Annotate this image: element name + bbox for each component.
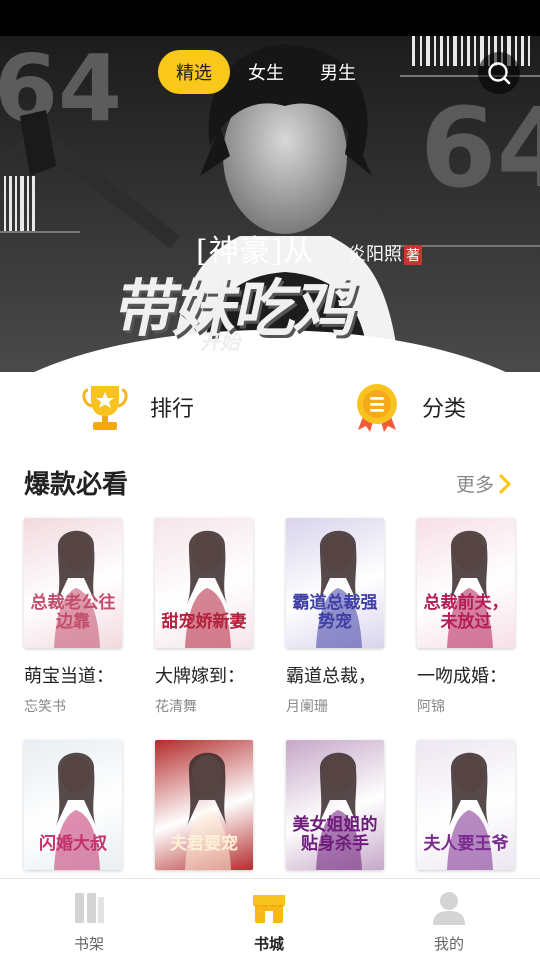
book-card[interactable]: 夫君要宠 [155, 740, 255, 870]
status-bar [0, 0, 540, 36]
cover-title-text: 夫人要王爷 [423, 834, 509, 854]
book-cover[interactable]: 夫君要宠 [155, 740, 253, 870]
book-card[interactable]: 闪婚大叔 [24, 740, 124, 870]
tab-male[interactable]: 男生 [302, 50, 374, 94]
book-cover[interactable]: 甜宠娇新妻 [155, 518, 253, 648]
section-title: 爆款必看 [24, 470, 129, 500]
book-cover[interactable]: 霸道总裁强势宠 [286, 518, 384, 648]
svg-text:64: 64 [420, 84, 540, 212]
book-author: 月阑珊 [286, 699, 328, 715]
category-label: 分类 [422, 397, 467, 422]
quick-entries: 排行 分类 [0, 372, 540, 442]
book-cover[interactable]: 总裁老公往边靠 [24, 518, 122, 648]
cover-title-text: 美女姐姐的贴身杀手 [292, 815, 378, 854]
bookstore-icon [253, 895, 285, 923]
more-link[interactable]: 更多 [456, 470, 512, 497]
book-cover[interactable]: 美女姐姐的贴身杀手 [286, 740, 384, 870]
nav-profile[interactable]: 我的 [394, 879, 504, 960]
hero-banner[interactable]: 64 64 [神豪]从 炎阳照著 带妹吃鸡 开始 精选 女生 男生 [0, 0, 540, 372]
author-tag: 著 [404, 245, 422, 265]
book-card[interactable]: 总裁前夫，未放过 一吻成婚： 阿锦 [417, 518, 517, 716]
nav-bookstore-label: 书城 [253, 935, 284, 953]
cover-title-text: 总裁老公往边靠 [30, 593, 116, 632]
cover-title-text: 总裁前夫，未放过 [423, 593, 509, 632]
book-title[interactable]: 大牌嫁到： [155, 662, 265, 688]
cover-title-text: 甜宠娇新妻 [161, 612, 247, 632]
nav-bookstore[interactable]: 书城 [214, 879, 324, 960]
ranking-entry[interactable]: 排行 [78, 372, 194, 442]
chevron-right-icon [499, 473, 511, 494]
book-card[interactable]: 甜宠娇新妻 大牌嫁到： 花清舞 [155, 518, 255, 716]
search-icon [488, 62, 511, 85]
book-title[interactable]: 一吻成婚： [417, 662, 527, 688]
book-cover[interactable]: 总裁前夫，未放过 [417, 518, 515, 648]
trophy-icon [82, 386, 128, 430]
nav-bookshelf[interactable]: 书架 [34, 879, 144, 960]
book-card[interactable]: 夫人要王爷 [417, 740, 517, 870]
tab-featured[interactable]: 精选 [158, 50, 230, 94]
medal-icon [357, 384, 397, 432]
search-button[interactable] [478, 52, 520, 94]
book-cover[interactable]: 夫人要王爷 [417, 740, 515, 870]
ranking-label: 排行 [150, 397, 195, 422]
book-title[interactable]: 萌宝当道： [24, 662, 134, 688]
profile-icon [433, 892, 465, 925]
banner-title-line3: 开始 [200, 330, 240, 354]
cover-title-text: 霸道总裁强势宠 [292, 593, 378, 632]
svg-text:64: 64 [0, 36, 122, 142]
book-card[interactable]: 总裁老公往边靠 萌宝当道： 忘笑书 [24, 518, 124, 716]
book-author: 阿锦 [417, 699, 445, 715]
book-card[interactable]: 霸道总裁强势宠 霸道总裁， 月阑珊 [286, 518, 386, 716]
cover-title-text: 闪婚大叔 [39, 834, 107, 854]
cover-title-text: 夫君要宠 [170, 834, 238, 854]
bottom-navigation: 书架 书城 我的 [0, 878, 540, 960]
more-label: 更多 [456, 474, 495, 496]
tab-female[interactable]: 女生 [230, 50, 302, 94]
book-card[interactable]: 美女姐姐的贴身杀手 [286, 740, 386, 870]
nav-profile-label: 我的 [433, 935, 464, 953]
category-entry[interactable]: 分类 [350, 372, 466, 442]
book-author: 忘笑书 [24, 699, 66, 715]
book-author: 花清舞 [155, 699, 197, 715]
book-cover[interactable]: 闪婚大叔 [24, 740, 122, 870]
book-title[interactable]: 霸道总裁， [286, 662, 396, 688]
nav-bookshelf-label: 书架 [73, 935, 104, 953]
bookshelf-icon [75, 893, 104, 923]
channel-tabs: 精选 女生 男生 [158, 50, 374, 94]
